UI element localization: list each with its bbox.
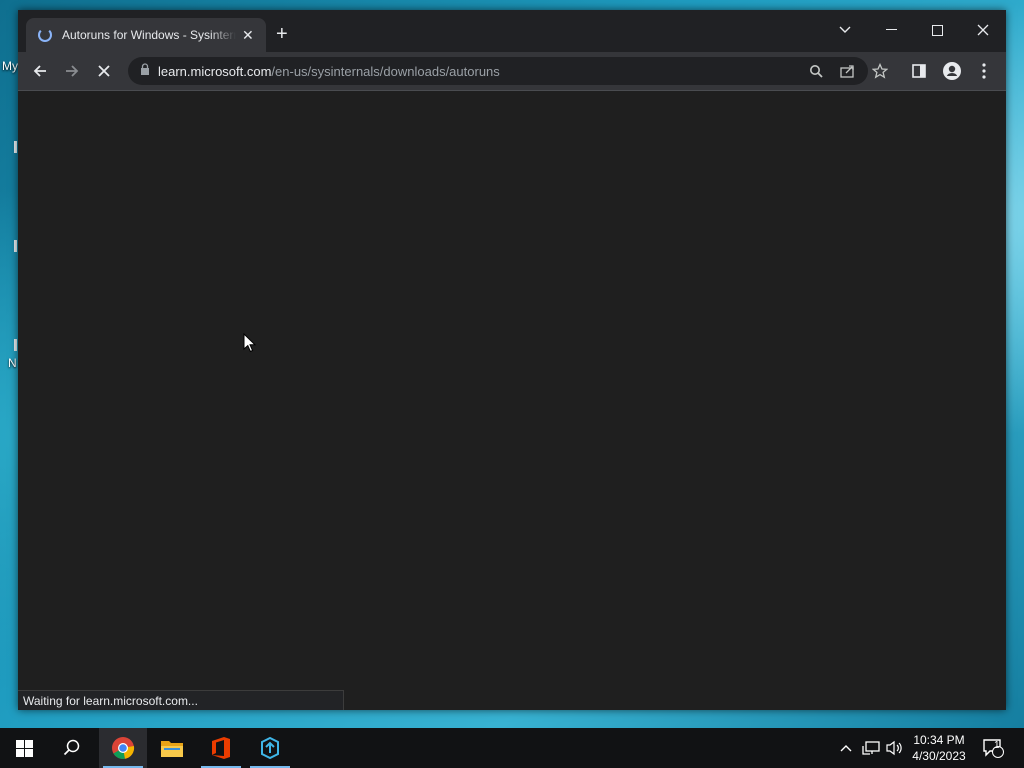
new-tab-button[interactable]: + — [276, 24, 288, 44]
taskbar-clock[interactable]: 10:34 PM 4/30/2023 — [904, 732, 974, 764]
bookmark-star-icon[interactable] — [870, 61, 890, 81]
search-icon — [63, 739, 80, 756]
share-icon[interactable] — [838, 61, 858, 81]
clock-time: 10:34 PM — [913, 733, 965, 747]
loading-spinner-icon — [38, 28, 52, 42]
desktop-icon-label-n[interactable]: N — [8, 356, 17, 370]
more-vertical-icon — [982, 63, 986, 79]
side-panel-icon — [912, 64, 926, 78]
folder-icon — [161, 741, 183, 757]
stop-loading-button[interactable] — [91, 58, 117, 84]
taskbar-file-explorer[interactable] — [148, 728, 196, 768]
desktop-icon-edge — [14, 339, 17, 351]
chevron-down-icon — [839, 26, 851, 33]
network-button[interactable] — [860, 728, 882, 768]
close-tab-icon[interactable]: ✕ — [242, 27, 254, 44]
taskbar-chrome[interactable] — [99, 728, 147, 768]
close-window-button[interactable] — [960, 16, 1006, 44]
maximize-button[interactable] — [914, 16, 960, 44]
stop-icon — [98, 65, 110, 77]
url-text[interactable]: learn.microsoft.com/en-us/sysinternals/d… — [158, 64, 500, 79]
app-icon — [261, 736, 279, 760]
page-content[interactable]: Waiting for learn.microsoft.com... — [18, 91, 1006, 710]
lock-icon — [140, 62, 150, 80]
title-bar[interactable]: Autoruns for Windows - Sysinternals ✕ + — [18, 10, 1006, 52]
notification-icon — [983, 739, 1004, 758]
speaker-icon — [886, 740, 902, 756]
desktop-icon-edge — [14, 141, 17, 153]
windows-logo-icon — [15, 739, 33, 757]
desktop-icon-edge — [14, 240, 17, 252]
mouse-cursor-icon — [243, 333, 256, 353]
forward-button[interactable] — [59, 58, 85, 84]
arrow-left-icon — [33, 65, 46, 77]
chevron-up-icon — [840, 745, 852, 752]
url-path: /en-us/sysinternals/downloads/autoruns — [271, 63, 500, 79]
back-button[interactable] — [27, 58, 53, 84]
maximize-icon — [931, 24, 943, 36]
browser-tab[interactable]: Autoruns for Windows - Sysinternals ✕ — [26, 18, 266, 52]
status-bubble: Waiting for learn.microsoft.com... — [18, 690, 344, 710]
address-bar[interactable]: learn.microsoft.com/en-us/sysinternals/d… — [128, 57, 888, 85]
notification-count: 1 — [994, 740, 1000, 751]
desktop-icon-label-my[interactable]: My — [2, 59, 18, 73]
tab-search-button[interactable] — [822, 16, 868, 44]
menu-button[interactable] — [971, 58, 997, 84]
taskbar-office[interactable] — [197, 728, 245, 768]
search-button[interactable] — [48, 728, 96, 768]
taskbar: 10:34 PM 4/30/2023 1 — [0, 728, 1024, 768]
profile-icon — [943, 62, 961, 80]
volume-button[interactable] — [884, 728, 906, 768]
show-hidden-icons-button[interactable] — [836, 728, 856, 768]
arrow-right-icon — [66, 65, 79, 77]
minimize-button[interactable] — [868, 16, 914, 44]
office-icon — [212, 737, 230, 759]
tab-title: Autoruns for Windows - Sysinternals — [62, 28, 236, 42]
browser-toolbar: learn.microsoft.com/en-us/sysinternals/d… — [18, 52, 1006, 90]
action-center-button[interactable]: 1 — [980, 728, 1006, 768]
side-panel-button[interactable] — [906, 58, 932, 84]
profile-button[interactable] — [939, 58, 965, 84]
start-button[interactable] — [0, 728, 48, 768]
close-icon — [977, 24, 989, 36]
url-host: learn.microsoft.com — [158, 63, 272, 79]
clock-date: 4/30/2023 — [912, 749, 966, 763]
search-icon[interactable] — [806, 61, 826, 81]
network-icon — [862, 741, 880, 755]
chrome-icon — [112, 737, 135, 759]
minimize-icon — [885, 29, 897, 30]
taskbar-app[interactable] — [246, 728, 294, 768]
browser-window: Autoruns for Windows - Sysinternals ✕ + — [18, 10, 1006, 710]
